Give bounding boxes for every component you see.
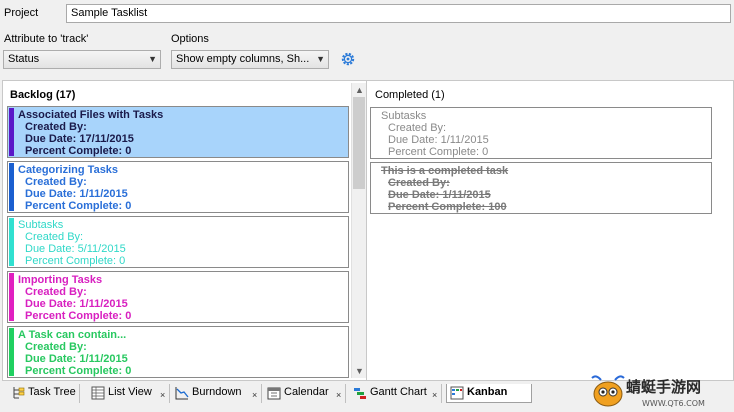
backlog-header: Backlog (17) [10,89,76,101]
card-due-date: Due Date: 17/11/2015 [25,133,134,145]
tab-label: List View [108,386,152,398]
close-icon[interactable]: × [160,387,165,404]
kanban-card[interactable]: Subtasks Created By: Due Date: 5/11/2015… [7,216,349,268]
card-percent-complete: Percent Complete: 0 [388,146,489,158]
completed-header: Completed (1) [375,89,445,101]
kanban-icon [450,386,464,400]
tab-calendar[interactable]: Calendar × [264,384,346,403]
card-percent-complete: Percent Complete: 0 [25,255,126,267]
tab-gantt-chart[interactable]: Gantt Chart × [350,384,442,403]
card-title: Categorizing Tasks [18,164,119,176]
kanban-card[interactable]: This is a completed task Created By: Due… [370,162,712,214]
close-icon[interactable]: × [336,387,341,404]
card-percent-complete: Percent Complete: 0 [25,200,132,212]
scrollbar-thumb[interactable] [353,97,365,189]
watermark-url: WWW.QT6.COM [642,399,705,408]
card-title: Subtasks [381,110,427,122]
scroll-down-icon[interactable]: ▼ [355,366,364,376]
card-due-date: Due Date: 1/11/2015 [25,298,128,310]
gantt-chart-icon [354,388,366,399]
watermark-logo: 蜻蜓手游网 WWW.QT6.COM [591,375,705,408]
options-label: Options [171,33,209,45]
tab-label: Gantt Chart [370,386,427,398]
scroll-up-icon[interactable]: ▲ [355,85,364,95]
burndown-chart-icon [175,387,189,400]
card-due-date: Due Date: 1/11/2015 [25,353,128,365]
close-icon[interactable]: × [432,387,437,404]
card-created-by: Created By: [25,121,87,133]
card-due-date: Due Date: 1/11/2015 [388,134,489,146]
tab-label: Burndown [192,386,242,398]
calendar-icon [267,387,281,400]
card-color-bar [9,273,14,321]
card-title: Subtasks [18,219,64,231]
project-label: Project [4,7,39,19]
project-input[interactable]: Sample Tasklist [66,4,731,23]
card-due-date: Due Date: 5/11/2015 [25,243,126,255]
tab-burndown[interactable]: Burndown × [172,384,262,403]
kanban-card[interactable]: A Task can contain... Created By: Due Da… [7,326,349,378]
kanban-card[interactable]: Categorizing Tasks Created By: Due Date:… [7,161,349,213]
card-percent-complete: Percent Complete: 100 [388,201,507,213]
backlog-scrollbar[interactable]: ▲ ▼ [351,83,366,378]
card-title: Importing Tasks [18,274,103,286]
card-percent-complete: Percent Complete: 0 [25,310,132,322]
options-select[interactable]: Show empty columns, Sh... ▼ [171,50,329,69]
chevron-down-icon: ▼ [316,54,325,64]
tab-task-tree[interactable]: Task Tree [8,384,80,403]
kanban-card[interactable]: Importing Tasks Created By: Due Date: 1/… [7,271,349,323]
tab-label: Kanban [467,386,508,398]
card-color-bar [9,163,14,211]
gear-icon[interactable] [340,51,356,67]
attribute-label: Attribute to 'track' [4,33,89,45]
card-due-date: Due Date: 1/11/2015 [25,188,128,200]
tab-label: Task Tree [28,386,76,398]
card-created-by: Created By: [25,176,87,188]
card-color-bar [9,108,14,156]
attribute-select-value: Status [8,53,40,65]
completed-column: Completed (1) Subtasks Created By: Due D… [368,81,734,380]
task-tree-icon [13,387,25,399]
watermark-name: 蜻蜓手游网 [626,378,701,396]
kanban-card[interactable]: Subtasks Created By: Due Date: 1/11/2015… [370,107,712,159]
list-view-icon [91,386,105,400]
card-title: This is a completed task [381,165,509,177]
card-percent-complete: Percent Complete: 0 [25,145,132,157]
card-percent-complete: Percent Complete: 0 [25,365,132,377]
card-title: Associated Files with Tasks [18,109,164,121]
card-due-date: Due Date: 1/11/2015 [388,189,491,201]
options-select-value: Show empty columns, Sh... [176,53,310,65]
card-created-by: Created By: [388,177,450,189]
chevron-down-icon: ▼ [148,54,157,64]
kanban-card[interactable]: Associated Files with Tasks Created By: … [7,106,349,158]
tab-list-view[interactable]: List View × [88,384,170,403]
card-title: A Task can contain... [18,329,127,341]
card-created-by: Created By: [25,341,87,353]
backlog-column: Backlog (17) Associated Files with Tasks… [3,81,367,380]
card-color-bar [9,218,14,266]
close-icon[interactable]: × [252,387,257,404]
card-created-by: Created By: [388,122,447,134]
attribute-select[interactable]: Status ▼ [3,50,161,69]
card-color-bar [9,328,14,376]
card-created-by: Created By: [25,286,87,298]
tab-kanban[interactable]: Kanban [446,384,532,403]
card-created-by: Created By: [25,231,84,243]
tab-label: Calendar [284,386,329,398]
kanban-board: Backlog (17) Associated Files with Tasks… [2,80,734,381]
